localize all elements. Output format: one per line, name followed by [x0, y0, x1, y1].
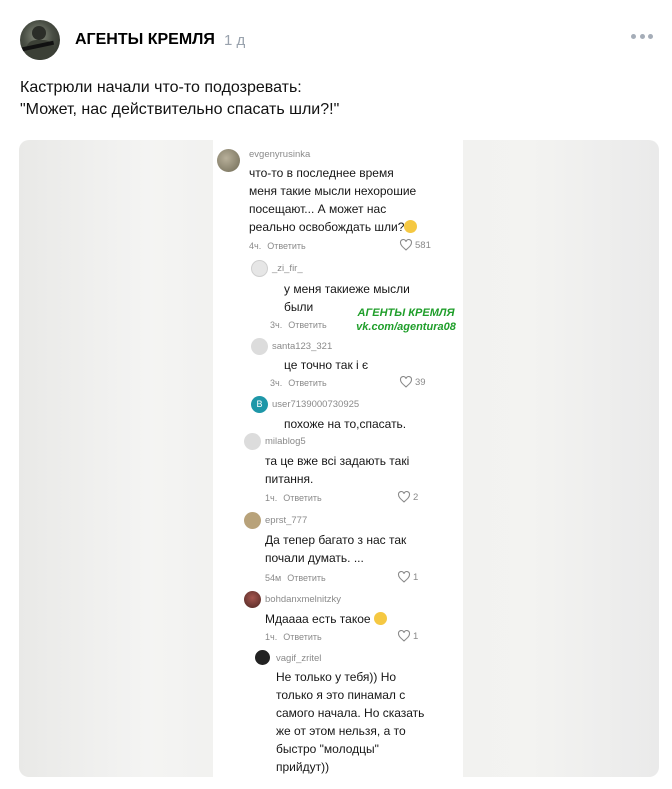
- comment-meta: 3ч. Ответить: [270, 378, 327, 388]
- reply-link[interactable]: Ответить: [288, 320, 326, 330]
- community-name[interactable]: АГЕНТЫ КРЕМЛЯ: [75, 31, 215, 49]
- post-text: Кастрюли начали что-то подозревать: "Мож…: [20, 77, 640, 121]
- like-button[interactable]: 39: [399, 376, 426, 388]
- avatar: [244, 433, 261, 450]
- comment-username: eprst_777: [265, 515, 308, 526]
- reply-link[interactable]: Ответить: [267, 241, 305, 251]
- comment-username: milablog5: [265, 436, 306, 447]
- like-count: 581: [415, 239, 431, 251]
- comment-username: vagif_zritel: [276, 653, 322, 664]
- heart-icon: [399, 376, 413, 388]
- comment-username: bohdanxmelnitzky: [265, 594, 342, 605]
- heart-icon: [397, 491, 411, 503]
- like-count: 1: [413, 571, 419, 583]
- post-text-line: Кастрюли начали что-то подозревать:: [20, 79, 302, 96]
- like-button[interactable]: 581: [399, 239, 431, 251]
- comment-username: user7139000730925: [272, 399, 360, 410]
- comment-text: похоже на то,спасать.: [284, 417, 407, 431]
- avatar: [217, 149, 240, 172]
- avatar: [251, 260, 268, 277]
- avatar: [251, 338, 268, 355]
- post-header: АГЕНТЫ КРЕМЛЯ 1 д: [20, 20, 660, 60]
- comment-username: evgenyrusinka: [249, 149, 311, 160]
- comment-username: santa123_321: [272, 341, 333, 352]
- thinking-emoji-icon: [404, 220, 418, 233]
- heart-icon: [397, 571, 411, 583]
- comment-text: це точно так і є: [284, 358, 369, 372]
- like-button[interactable]: 1: [397, 630, 418, 642]
- comment-meta: 4ч. Ответить: [249, 241, 306, 251]
- avatar: [244, 591, 261, 608]
- avatar: B: [251, 396, 268, 413]
- screenshot-comments: evgenyrusinka что-то в последнее время м…: [213, 140, 463, 777]
- post-image[interactable]: evgenyrusinka что-то в последнее время м…: [19, 140, 659, 777]
- reply-link[interactable]: Ответить: [287, 573, 325, 583]
- community-avatar[interactable]: [20, 20, 60, 60]
- post-time[interactable]: 1 д: [224, 32, 245, 49]
- avatar: [244, 512, 261, 529]
- like-count: 1: [413, 630, 419, 642]
- reply-link[interactable]: Ответить: [288, 378, 326, 388]
- reply-link[interactable]: Ответить: [283, 632, 321, 642]
- comment-meta: 1ч. Ответить: [265, 493, 322, 503]
- comment-meta: 1ч. Ответить: [265, 632, 322, 642]
- comment-meta: 3ч. Ответить: [270, 320, 327, 330]
- heart-icon: [399, 239, 413, 251]
- more-options-icon[interactable]: [631, 34, 653, 40]
- disappointed-emoji-icon: [373, 612, 387, 625]
- comment-username: _zi_fir_: [272, 263, 303, 274]
- like-count: 39: [415, 376, 426, 388]
- reply-link[interactable]: Ответить: [283, 493, 321, 503]
- like-button[interactable]: 2: [397, 491, 418, 503]
- heart-icon: [397, 630, 411, 642]
- comment-text: та це вже всі задають такі питання.: [265, 454, 410, 486]
- comment-text: что-то в последнее время меня такие мысл…: [249, 166, 418, 234]
- like-count: 2: [413, 491, 419, 503]
- comment-text: Не только у тебя)) Но только я это пинам…: [276, 670, 425, 774]
- like-button[interactable]: 1: [397, 571, 418, 583]
- comment-text: Мдаааа есть такое: [265, 610, 387, 628]
- watermark: АГЕНТЫ КРЕМЛЯ vk.com/agentura08: [356, 307, 456, 333]
- post-text-line: "Может, нас действительно спасать шли?!": [20, 101, 340, 118]
- comment-text: Да тепер багато з нас так почали думать.…: [265, 533, 407, 565]
- avatar: [255, 650, 270, 665]
- comment-meta: 54м Ответить: [265, 573, 326, 583]
